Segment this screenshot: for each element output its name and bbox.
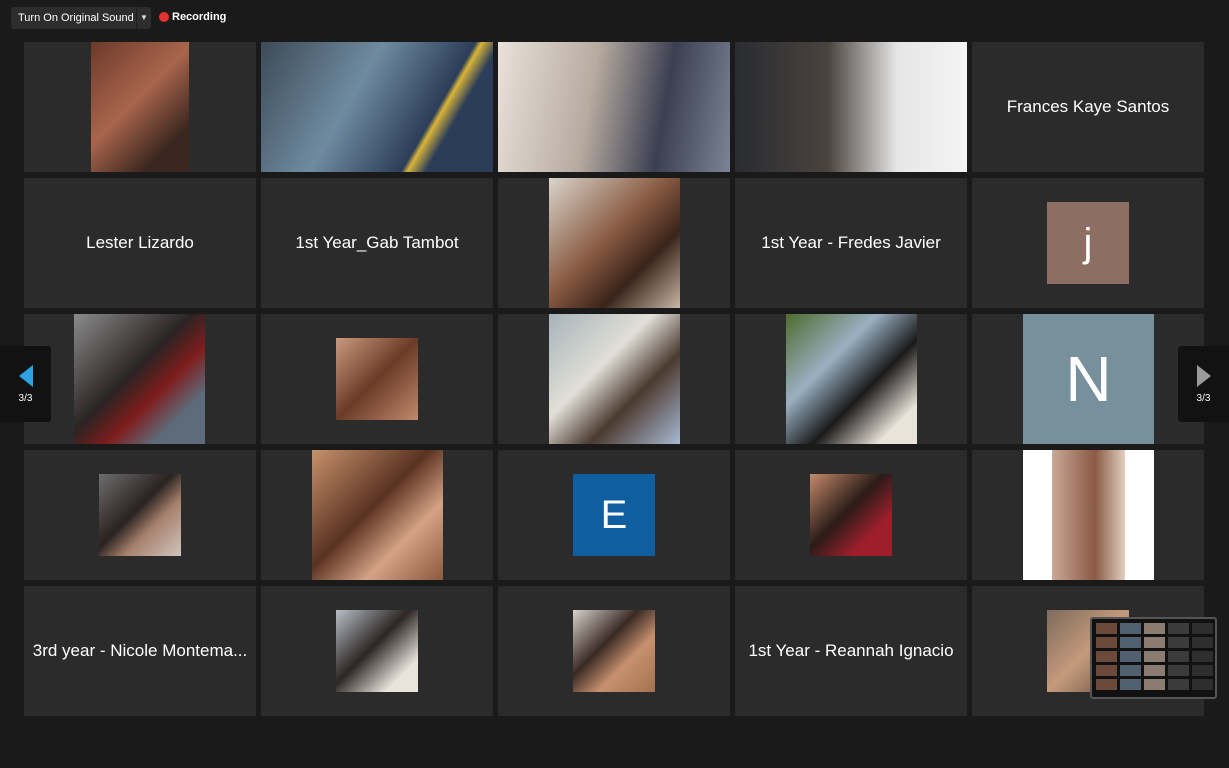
- participant-name: 1st Year_Gab Tambot: [295, 233, 459, 252]
- participant-photo: [573, 610, 655, 692]
- participant-tile[interactable]: [735, 42, 967, 172]
- thumbnail-tile: [1096, 623, 1117, 634]
- thumbnail-tile: [1192, 651, 1213, 662]
- arrow-right-icon: [1196, 364, 1211, 387]
- recording-indicator[interactable]: Recording: [159, 11, 226, 23]
- thumbnail-tile: [1192, 637, 1213, 648]
- participant-photo: [74, 314, 205, 444]
- thumbnail-tile: [1192, 665, 1213, 676]
- participant-tile[interactable]: E: [498, 450, 730, 580]
- participant-photo: [1023, 450, 1154, 580]
- participant-tile[interactable]: Frances Kaye Santos: [972, 42, 1204, 172]
- participant-tile[interactable]: [498, 178, 730, 308]
- participant-tile[interactable]: N: [972, 314, 1204, 444]
- participant-tile[interactable]: [498, 586, 730, 716]
- participant-name: Lester Lizardo: [86, 233, 194, 252]
- participant-tile[interactable]: 1st Year_Gab Tambot: [261, 178, 493, 308]
- thumbnail-tile: [1168, 637, 1189, 648]
- thumbnail-tile: [1192, 623, 1213, 634]
- participant-name: Frances Kaye Santos: [1006, 97, 1170, 116]
- participant-tile[interactable]: [261, 42, 493, 172]
- participant-tile[interactable]: [24, 314, 256, 444]
- avatar: N: [1023, 314, 1154, 444]
- gallery-grid: Frances Kaye Santos Lester Lizardo 1st Y…: [24, 42, 1206, 716]
- participant-tile[interactable]: j: [972, 178, 1204, 308]
- thumbnail-tile: [1120, 665, 1141, 676]
- participant-photo: [549, 314, 680, 444]
- participant-tile[interactable]: [972, 450, 1204, 580]
- participant-tile[interactable]: [498, 42, 730, 172]
- thumbnail-tile: [1144, 637, 1165, 648]
- avatar-letter: E: [600, 492, 628, 537]
- participant-tile[interactable]: [24, 450, 256, 580]
- thumbnail-tile: [1120, 651, 1141, 662]
- gallery-thumbnail-preview[interactable]: [1090, 617, 1217, 699]
- participant-tile[interactable]: Lester Lizardo: [24, 178, 256, 308]
- participant-photo: [336, 610, 418, 692]
- participant-photo: [786, 314, 917, 444]
- participant-tile[interactable]: [261, 450, 493, 580]
- previous-page-button[interactable]: 3/3: [0, 346, 51, 422]
- participant-name: 1st Year - Reannah Ignacio: [748, 641, 954, 660]
- chevron-down-icon[interactable]: ▼: [136, 7, 151, 29]
- thumbnail-tile: [1120, 623, 1141, 634]
- participant-tile[interactable]: 3rd year - Nicole Montema...: [24, 586, 256, 716]
- participant-photo: [312, 450, 443, 580]
- thumbnail-tile: [1144, 665, 1165, 676]
- arrow-left-icon: [18, 364, 33, 387]
- participant-video: [91, 42, 189, 172]
- participant-tile[interactable]: [261, 586, 493, 716]
- participant-tile[interactable]: [24, 42, 256, 172]
- participant-photo: [549, 178, 680, 308]
- thumbnail-tile: [1192, 679, 1213, 690]
- avatar-letter: j: [1083, 220, 1093, 265]
- thumbnail-tile: [1120, 637, 1141, 648]
- participant-tile[interactable]: [261, 314, 493, 444]
- participant-video: [498, 42, 730, 172]
- participant-photo: [810, 474, 892, 556]
- participant-tile[interactable]: 1st Year - Fredes Javier: [735, 178, 967, 308]
- participant-tile[interactable]: [735, 314, 967, 444]
- thumbnail-tile: [1120, 679, 1141, 690]
- avatar: E: [573, 474, 655, 556]
- thumbnail-tile: [1096, 665, 1117, 676]
- thumbnail-tile: [1096, 637, 1117, 648]
- original-sound-button[interactable]: Turn On Original Sound ▼: [11, 7, 151, 29]
- avatar: j: [1047, 202, 1129, 284]
- participant-tile[interactable]: [735, 450, 967, 580]
- participant-video: [261, 42, 493, 172]
- thumbnail-tile: [1144, 623, 1165, 634]
- page-indicator: 3/3: [18, 392, 33, 404]
- page-indicator: 3/3: [1196, 392, 1211, 404]
- recording-label: Recording: [172, 11, 227, 23]
- participant-name: 3rd year - Nicole Montema...: [32, 641, 248, 660]
- thumbnail-tile: [1096, 679, 1117, 690]
- thumbnail-tile: [1096, 651, 1117, 662]
- participant-photo: [336, 338, 418, 420]
- thumbnail-tile: [1168, 623, 1189, 634]
- participant-tile[interactable]: [498, 314, 730, 444]
- original-sound-label: Turn On Original Sound: [18, 12, 134, 24]
- thumbnail-tile: [1144, 651, 1165, 662]
- thumbnail-tile: [1168, 665, 1189, 676]
- participant-video: [735, 42, 967, 172]
- participant-name: 1st Year - Fredes Javier: [761, 233, 941, 252]
- next-page-button[interactable]: 3/3: [1178, 346, 1229, 422]
- meeting-top-bar: Turn On Original Sound ▼ Recording: [0, 0, 1229, 38]
- record-dot-icon: [159, 12, 169, 22]
- thumbnail-tile: [1168, 679, 1189, 690]
- thumbnail-tile: [1168, 651, 1189, 662]
- participant-tile[interactable]: 1st Year - Reannah Ignacio: [735, 586, 967, 716]
- avatar-letter: N: [1065, 343, 1112, 415]
- participant-photo: [99, 474, 181, 556]
- thumbnail-tile: [1144, 679, 1165, 690]
